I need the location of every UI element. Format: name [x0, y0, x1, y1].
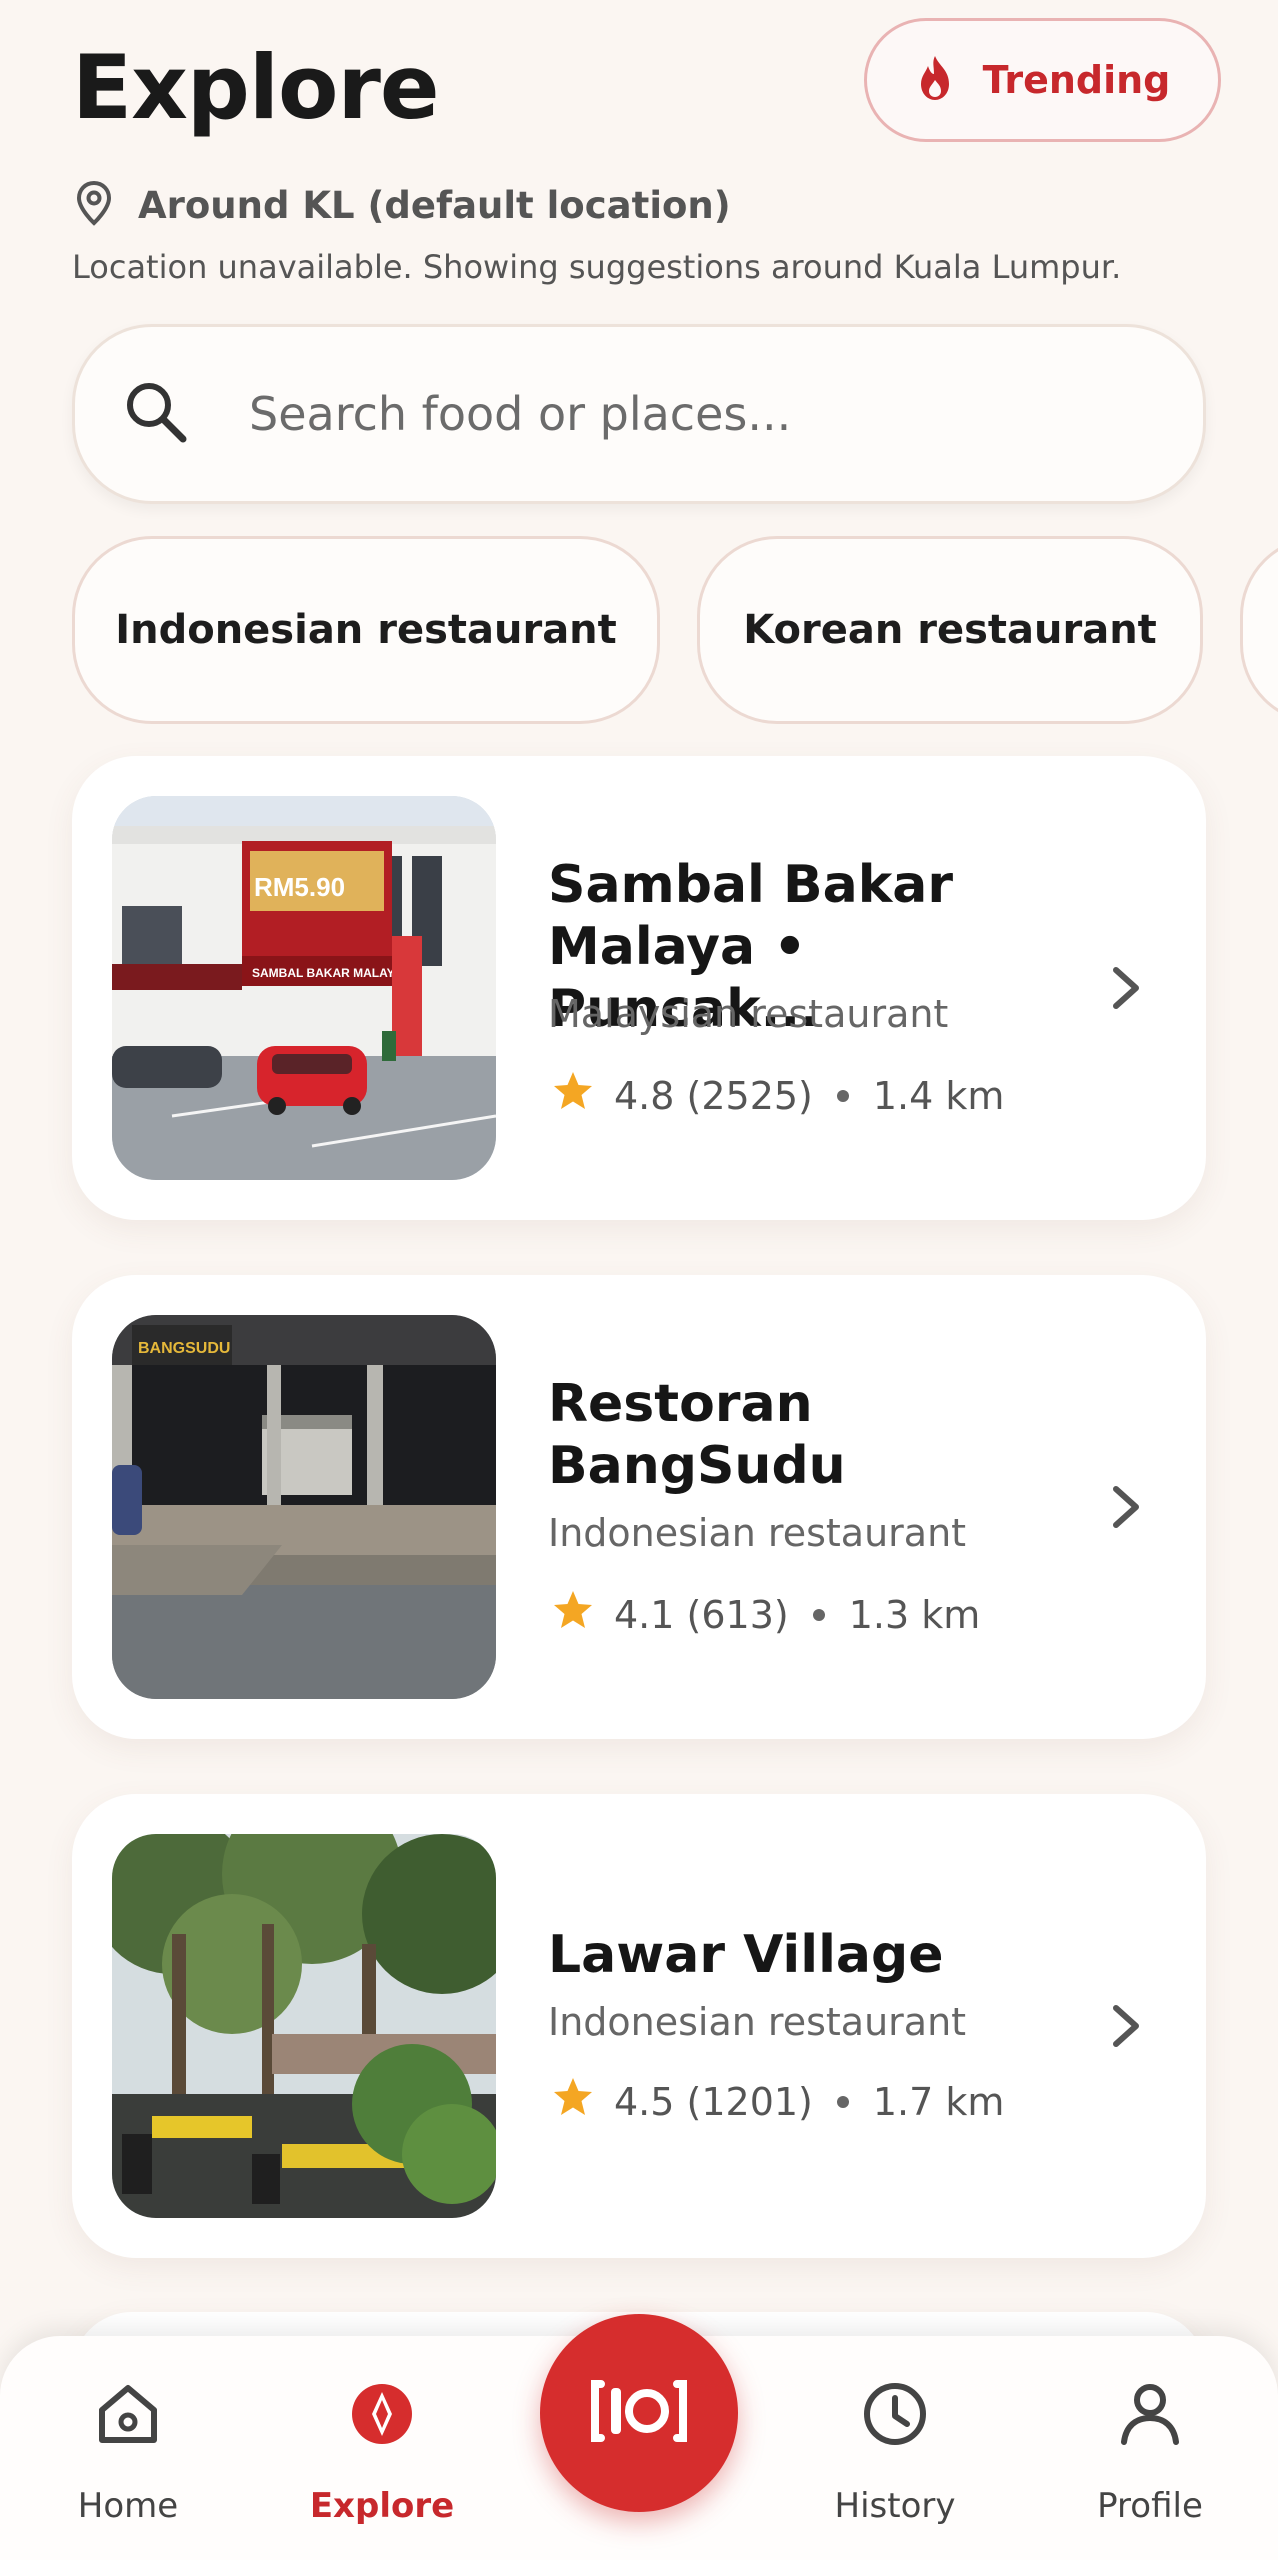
scan-camera-icon	[591, 2376, 687, 2450]
location-row[interactable]: Around KL (default location)	[76, 180, 731, 230]
chip-next[interactable]	[1240, 536, 1278, 724]
scan-button[interactable]	[540, 2314, 738, 2512]
restaurant-category: Indonesian restaurant	[548, 1511, 967, 1555]
star-icon	[552, 1589, 594, 1640]
restaurant-category: Indonesian restaurant	[548, 2000, 967, 2044]
location-note: Location unavailable. Showing suggestion…	[72, 248, 1122, 286]
nav-explore[interactable]: Explore	[282, 2336, 482, 2560]
restaurant-card[interactable]: BANGSUDU Restoran BangSudu Indonesian re…	[72, 1275, 1206, 1739]
star-icon	[552, 2076, 594, 2127]
compass-icon	[348, 2380, 416, 2448]
restaurant-photo	[112, 1834, 496, 2218]
restaurant-card[interactable]: Lawar Village Indonesian restaurant 4.5 …	[72, 1794, 1206, 2258]
nav-history[interactable]: History	[795, 2336, 995, 2560]
user-icon	[1116, 2380, 1184, 2448]
rating-text: 4.5 (1201)	[614, 2079, 813, 2124]
search-icon	[123, 379, 189, 449]
star-icon	[552, 1070, 594, 1121]
distance-text: 1.3 km	[848, 1592, 981, 1637]
separator-dot	[836, 1089, 849, 1102]
nav-profile[interactable]: Profile	[1050, 2336, 1250, 2560]
restaurant-photo: RM5.90 SAMBAL BAKAR MALAYA	[112, 796, 496, 1180]
restaurant-category: Malaysian restaurant	[548, 992, 949, 1036]
rating-text: 4.1 (613)	[614, 1592, 789, 1637]
location-label: Around KL (default location)	[138, 183, 731, 227]
restaurant-photo: BANGSUDU	[112, 1315, 496, 1699]
location-pin-icon	[76, 180, 112, 230]
banner-sign: SAMBAL BAKAR MALAYA	[252, 966, 403, 980]
restaurant-name: Restoran BangSudu	[548, 1374, 846, 1496]
restaurant-meta: 4.1 (613) 1.3 km	[552, 1589, 980, 1640]
restaurant-meta: 4.5 (1201) 1.7 km	[552, 2076, 1004, 2127]
search-input[interactable]	[249, 387, 1149, 441]
trending-button[interactable]: Trending	[864, 18, 1221, 142]
chevron-right-icon[interactable]	[1106, 962, 1146, 1018]
nav-history-label: History	[834, 2486, 956, 2526]
nav-profile-label: Profile	[1097, 2486, 1203, 2526]
search-bar[interactable]	[72, 324, 1206, 504]
chevron-right-icon[interactable]	[1106, 2000, 1146, 2056]
header: Explore Trending Around KL (default loca…	[0, 0, 1278, 300]
shop-sign: BANGSUDU	[138, 1340, 230, 1357]
distance-text: 1.4 km	[872, 1073, 1005, 1118]
clock-icon	[861, 2380, 929, 2448]
rating-text: 4.8 (2525)	[614, 1073, 813, 1118]
page-title: Explore	[72, 36, 440, 139]
banner-price: RM5.90	[254, 872, 345, 902]
restaurant-name: Lawar Village	[548, 1925, 944, 1985]
trending-label: Trending	[982, 58, 1171, 102]
fire-icon	[915, 54, 955, 106]
restaurant-meta: 4.8 (2525) 1.4 km	[552, 1070, 1004, 1121]
nav-home-label: Home	[77, 2486, 179, 2526]
separator-dot	[836, 2095, 849, 2108]
nav-explore-label: Explore	[309, 2486, 455, 2526]
separator-dot	[812, 1608, 825, 1621]
chip-indonesian-restaurant[interactable]: Indonesian restaurant	[72, 536, 660, 724]
restaurant-card[interactable]: RM5.90 SAMBAL BAKAR MALAYA Sambal Bakar …	[72, 756, 1206, 1220]
chevron-right-icon[interactable]	[1106, 1481, 1146, 1537]
home-icon	[94, 2380, 162, 2448]
category-chips: Indonesian restaurant Korean restaurant	[0, 536, 1278, 726]
chip-korean-restaurant[interactable]: Korean restaurant	[697, 536, 1203, 724]
distance-text: 1.7 km	[872, 2079, 1005, 2124]
nav-home[interactable]: Home	[28, 2336, 228, 2560]
